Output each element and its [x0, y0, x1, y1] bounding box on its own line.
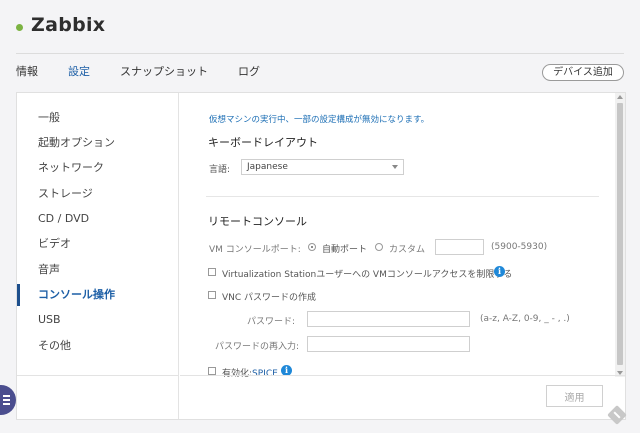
restrict-access-label: Virtualization Stationユーザーへの VMコンソールアクセス…	[222, 270, 513, 280]
sidebar-item-storage[interactable]: ストレージ	[17, 183, 178, 205]
scroll-thumb[interactable]	[617, 103, 623, 365]
password-label: パスワード:	[247, 317, 296, 327]
vm-name: Zabbix	[31, 14, 106, 36]
section-divider	[206, 196, 599, 197]
sidebar-item-cd-dvd[interactable]: CD / DVD	[17, 208, 178, 230]
console-settings-content: 仮想マシンの実行中、一部の設定構成が無効になります。 キーボードレイアウト 言語…	[180, 93, 615, 377]
vnc-password-label: VNC パスワードの作成	[222, 293, 317, 303]
sidebar-footer	[17, 375, 178, 419]
password-hint: (a-z, A-Z, 0-9, _ - , .)	[480, 314, 570, 324]
tab-info[interactable]: 情報	[16, 64, 38, 82]
custom-port-input[interactable]	[435, 239, 484, 255]
sidebar-item-other[interactable]: その他	[17, 335, 178, 357]
vm-status-dot	[16, 24, 23, 31]
settings-sidebar: 一般 起動オプション ネットワーク ストレージ CD / DVD ビデオ 音声 …	[17, 93, 179, 419]
language-label: 言語:	[209, 165, 231, 175]
sidebar-item-usb[interactable]: USB	[17, 309, 178, 331]
tab-snapshots[interactable]: スナップショット	[120, 64, 208, 82]
sidebar-item-general[interactable]: 一般	[17, 107, 178, 129]
sidebar-item-console[interactable]: コンソール操作	[17, 284, 178, 306]
language-select[interactable]: Japanese	[241, 159, 404, 175]
language-select-value: Japanese	[247, 162, 288, 172]
custom-port-radio[interactable]	[375, 243, 383, 251]
vnc-password-checkbox[interactable]	[208, 291, 216, 299]
keyboard-layout-title: キーボードレイアウト	[208, 136, 318, 149]
header-divider	[16, 53, 624, 54]
sidebar-item-network[interactable]: ネットワーク	[17, 157, 178, 179]
tab-logs[interactable]: ログ	[238, 64, 260, 82]
tab-bar: 情報 設定 スナップショット ログ	[16, 64, 290, 82]
spice-checkbox[interactable]	[208, 367, 216, 375]
add-device-button[interactable]: デバイス追加	[542, 64, 624, 81]
menu-button[interactable]	[0, 385, 16, 415]
tab-settings[interactable]: 設定	[68, 64, 90, 82]
sidebar-item-audio[interactable]: 音声	[17, 259, 178, 281]
scroll-up-icon[interactable]	[617, 95, 623, 99]
menu-icon	[3, 395, 10, 405]
port-range-hint: (5900-5930)	[491, 242, 548, 252]
sidebar-item-video[interactable]: ビデオ	[17, 233, 178, 255]
chevron-down-icon	[392, 165, 398, 169]
settings-panel: 一般 起動オプション ネットワーク ストレージ CD / DVD ビデオ 音声 …	[16, 92, 626, 420]
info-icon[interactable]: i	[494, 266, 505, 277]
sidebar-item-startup-options[interactable]: 起動オプション	[17, 132, 178, 154]
password-confirm-input[interactable]	[307, 336, 470, 352]
running-warning: 仮想マシンの実行中、一部の設定構成が無効になります。	[209, 115, 430, 125]
apply-button[interactable]: 適用	[546, 385, 603, 407]
auto-port-label: 自動ポート	[322, 245, 368, 255]
console-port-label: VM コンソールポート:	[209, 245, 301, 255]
panel-footer: 適用	[180, 375, 625, 419]
password-input[interactable]	[307, 311, 470, 327]
restrict-access-checkbox[interactable]	[208, 268, 216, 276]
auto-port-radio[interactable]	[308, 243, 316, 251]
password-confirm-label: パスワードの再入力:	[215, 342, 300, 352]
content-scrollbar[interactable]	[615, 93, 625, 377]
vm-header: Zabbix	[0, 0, 640, 54]
remote-console-title: リモートコンソール	[208, 215, 307, 228]
custom-port-label: カスタム	[389, 245, 426, 255]
